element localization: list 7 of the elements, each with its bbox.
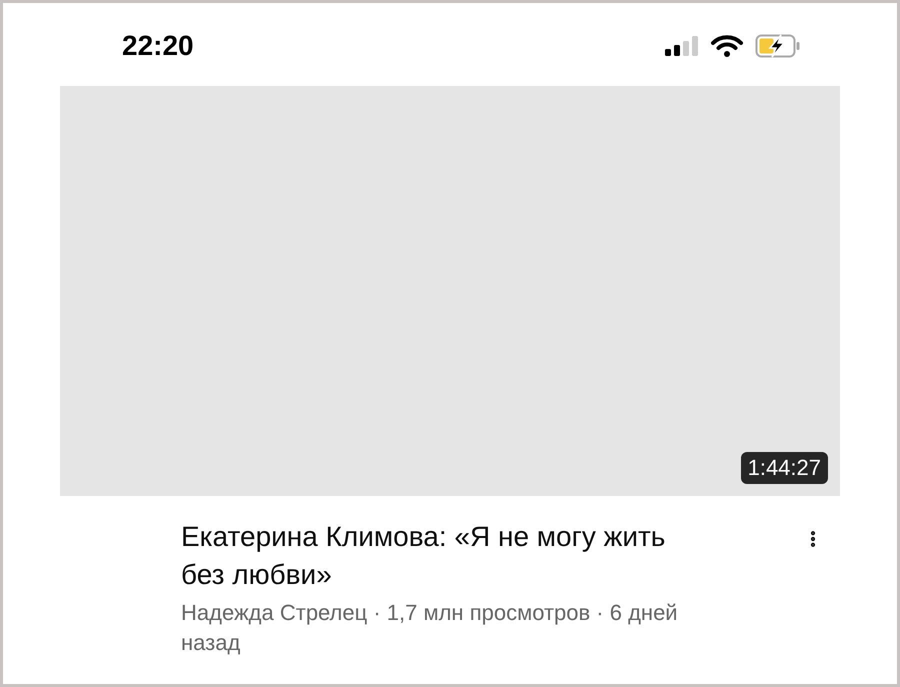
duration-badge: 1:44:27 <box>740 452 828 484</box>
status-time: 22:20 <box>122 29 194 63</box>
video-title[interactable]: Екатерина Климова: «Я не могу жить без любви» <box>181 518 701 594</box>
wifi-icon <box>711 35 743 57</box>
signal-icon <box>665 36 699 56</box>
video-meta: Надежда Стрелец · 1,7 млн просмотров · 6 дней назад <box>181 599 679 657</box>
video-thumbnail[interactable]: 1:44:27 <box>60 86 840 496</box>
